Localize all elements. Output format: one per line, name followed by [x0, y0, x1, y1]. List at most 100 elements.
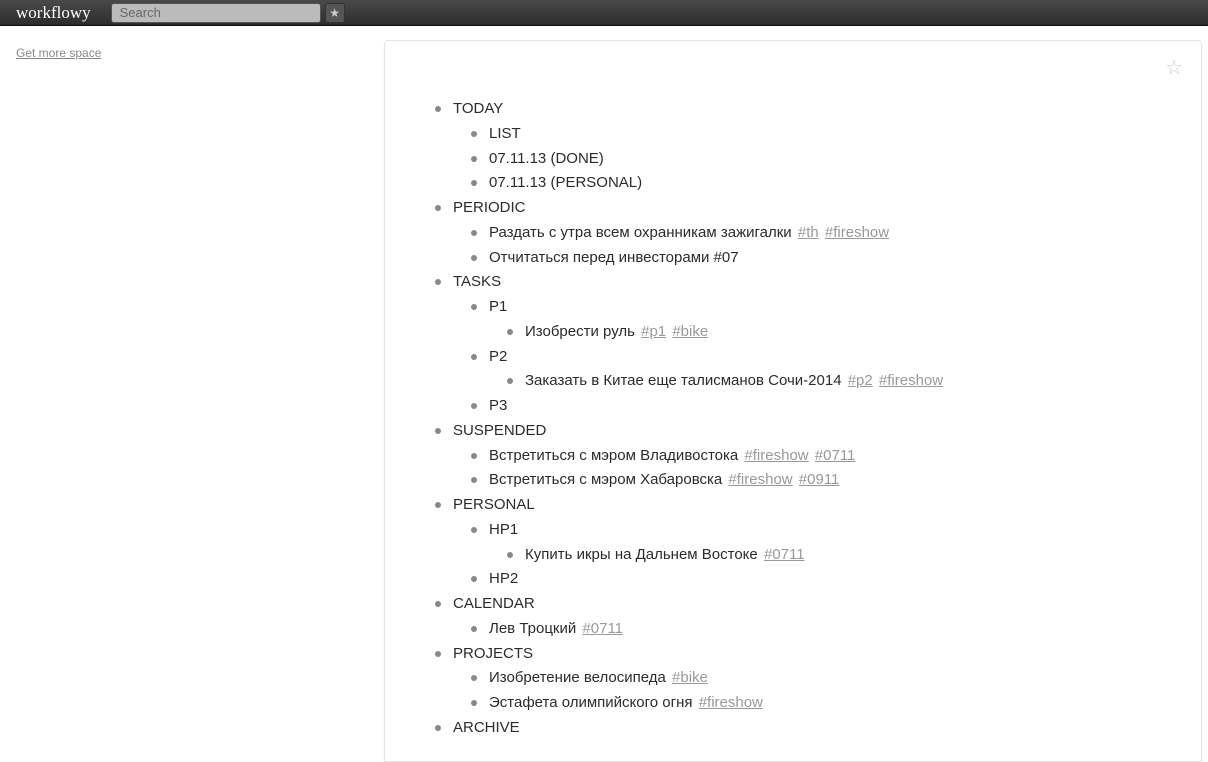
bullet-icon[interactable] — [435, 651, 441, 657]
outline-text[interactable]: Отчитаться перед инвесторами #07 — [489, 249, 739, 266]
bullet-icon[interactable] — [507, 329, 513, 335]
hashtag[interactable]: #fireshow — [744, 447, 808, 464]
outline-item[interactable]: LIST — [471, 122, 1151, 147]
outline-children: LIST 07.11.13 (DONE) 07.11.13 (PERSONAL) — [453, 122, 1151, 196]
bullet-icon[interactable] — [471, 156, 477, 162]
outline-item[interactable]: Встретиться с мэром Хабаровска #fireshow… — [471, 468, 1151, 493]
hashtag[interactable]: #0911 — [799, 471, 840, 488]
bullet-icon[interactable] — [471, 131, 477, 137]
outline-item[interactable]: TODAY LIST 07.11.13 (DONE) 07.11.13 (PERSON… — [435, 97, 1151, 196]
outline-item[interactable]: P3 — [471, 394, 1151, 419]
outline-item[interactable]: Отчитаться перед инвесторами #07 — [471, 246, 1151, 271]
outline-item[interactable]: HP1 Купить икры на Дальнем Востоке #0711 — [471, 518, 1151, 568]
outline-item[interactable]: ARCHIVE — [435, 716, 1151, 741]
outline-item[interactable]: HP2 — [471, 567, 1151, 592]
outline-item[interactable]: Лев Троцкий #0711 — [471, 617, 1151, 642]
outline-text[interactable]: Раздать с утра всем охранникам зажигалки — [489, 224, 792, 241]
hashtag[interactable]: #0711 — [764, 546, 805, 563]
outline-item[interactable]: 07.11.13 (DONE) — [471, 147, 1151, 172]
outline-text[interactable]: Эстафета олимпийского огня — [489, 694, 693, 711]
outline-text[interactable]: PROJECTS — [453, 645, 533, 662]
bullet-icon[interactable] — [471, 180, 477, 186]
outline-text[interactable]: 07.11.13 (PERSONAL) — [489, 174, 642, 191]
outline-item[interactable]: PERIODIC Раздать с утра всем охранникам з… — [435, 196, 1151, 270]
outline-text[interactable]: Изобретение велосипеда — [489, 669, 666, 686]
outline-item[interactable]: TASKSP1Изобрести руль #p1 #bikeP2Заказат… — [435, 270, 1151, 419]
outline-item[interactable]: Купить икры на Дальнем Востоке #0711 — [507, 543, 1151, 568]
bullet-icon[interactable] — [435, 502, 441, 508]
bullet-icon[interactable] — [471, 527, 477, 533]
hashtag[interactable]: #bike — [672, 323, 708, 340]
outline-item[interactable]: SUSPENDED Встретиться с мэром Владивосток… — [435, 419, 1151, 493]
bullet-icon[interactable] — [471, 304, 477, 310]
hashtag[interactable]: #th — [798, 224, 819, 241]
bullet-icon[interactable] — [435, 205, 441, 211]
outline-text[interactable]: 07.11.13 (DONE) — [489, 150, 604, 167]
search-input[interactable] — [111, 3, 321, 23]
hashtag[interactable]: #bike — [672, 669, 708, 686]
outline-item[interactable]: PERSONAL HP1 Купить икры на Дальнем Восток… — [435, 493, 1151, 592]
outline-text[interactable]: CALENDAR — [453, 595, 535, 612]
bullet-icon[interactable] — [471, 576, 477, 582]
outline-item[interactable]: Заказать в Китае еще талисманов Сочи-201… — [507, 369, 1151, 394]
outline-text[interactable]: P3 — [489, 397, 507, 414]
outline-item[interactable]: P1Изобрести руль #p1 #bike — [471, 295, 1151, 345]
outline-text[interactable]: Заказать в Китае еще талисманов Сочи-201… — [525, 372, 842, 389]
outline-text[interactable]: P1 — [489, 298, 507, 315]
outline-children: Лев Троцкий #0711 — [453, 617, 1151, 642]
hashtag[interactable]: #fireshow — [825, 224, 889, 241]
outline-text[interactable]: TASKS — [453, 273, 501, 290]
outline-item[interactable]: P2 Заказать в Китае еще талисманов Сочи-2… — [471, 345, 1151, 395]
outline-text[interactable]: Лев Троцкий — [489, 620, 576, 637]
outline-item[interactable]: PROJECTSИзобретение велосипеда #bikeЭста… — [435, 642, 1151, 716]
outline-text[interactable]: TODAY — [453, 100, 503, 117]
get-more-space-link[interactable]: Get more space — [16, 46, 101, 60]
page-star-icon[interactable]: ☆ — [1165, 55, 1183, 80]
outline-item[interactable]: 07.11.13 (PERSONAL) — [471, 171, 1151, 196]
hashtag[interactable]: #p1 — [641, 323, 666, 340]
bullet-icon[interactable] — [507, 378, 513, 384]
bullet-icon[interactable] — [471, 255, 477, 261]
bullet-icon[interactable] — [435, 601, 441, 607]
outline-text[interactable]: Встретиться с мэром Хабаровска — [489, 471, 722, 488]
outline-item[interactable]: Изобрести руль #p1 #bike — [507, 320, 1151, 345]
hashtag[interactable]: #0711 — [582, 620, 623, 637]
outline-item[interactable]: Эстафета олимпийского огня #fireshow — [471, 691, 1151, 716]
bullet-icon[interactable] — [507, 552, 513, 558]
outline-text[interactable]: Изобрести руль — [525, 323, 635, 340]
bullet-icon[interactable] — [471, 675, 477, 681]
outline-text[interactable]: Купить икры на Дальнем Востоке — [525, 546, 758, 563]
outline-text[interactable]: LIST — [489, 125, 521, 142]
hashtag[interactable]: #0711 — [815, 447, 856, 464]
outline-item[interactable]: Изобретение велосипеда #bike — [471, 666, 1151, 691]
outline-text[interactable]: HP1 — [489, 521, 518, 538]
hashtag[interactable]: #fireshow — [728, 471, 792, 488]
bullet-icon[interactable] — [471, 403, 477, 409]
bullet-icon[interactable] — [471, 477, 477, 483]
bullet-icon[interactable] — [471, 453, 477, 459]
outline-text[interactable]: ARCHIVE — [453, 719, 520, 736]
outline-children: Купить икры на Дальнем Востоке #0711 — [489, 543, 1151, 568]
outline-text[interactable]: Встретиться с мэром Владивостока — [489, 447, 738, 464]
outline-text[interactable]: SUSPENDED — [453, 422, 546, 439]
outline-item[interactable]: Встретиться с мэром Владивостока #firesh… — [471, 444, 1151, 469]
app-logo[interactable]: workflowy — [16, 3, 91, 23]
outline-item[interactable]: Раздать с утра всем охранникам зажигалки… — [471, 221, 1151, 246]
hashtag[interactable]: #p2 — [848, 372, 873, 389]
outline-text[interactable]: HP2 — [489, 570, 518, 587]
bullet-icon[interactable] — [471, 354, 477, 360]
bullet-icon[interactable] — [435, 725, 441, 731]
outline-text[interactable]: P2 — [489, 348, 507, 365]
outline-item[interactable]: CALENDAR Лев Троцкий #0711 — [435, 592, 1151, 642]
bullet-icon[interactable] — [435, 106, 441, 112]
bullet-icon[interactable] — [471, 700, 477, 706]
bullet-icon[interactable] — [435, 279, 441, 285]
bullet-icon[interactable] — [471, 230, 477, 236]
favorites-button[interactable]: ★ — [325, 3, 345, 23]
bullet-icon[interactable] — [435, 428, 441, 434]
hashtag[interactable]: #fireshow — [699, 694, 763, 711]
bullet-icon[interactable] — [471, 626, 477, 632]
outline-text[interactable]: PERIODIC — [453, 199, 526, 216]
hashtag[interactable]: #fireshow — [879, 372, 943, 389]
outline-text[interactable]: PERSONAL — [453, 496, 535, 513]
